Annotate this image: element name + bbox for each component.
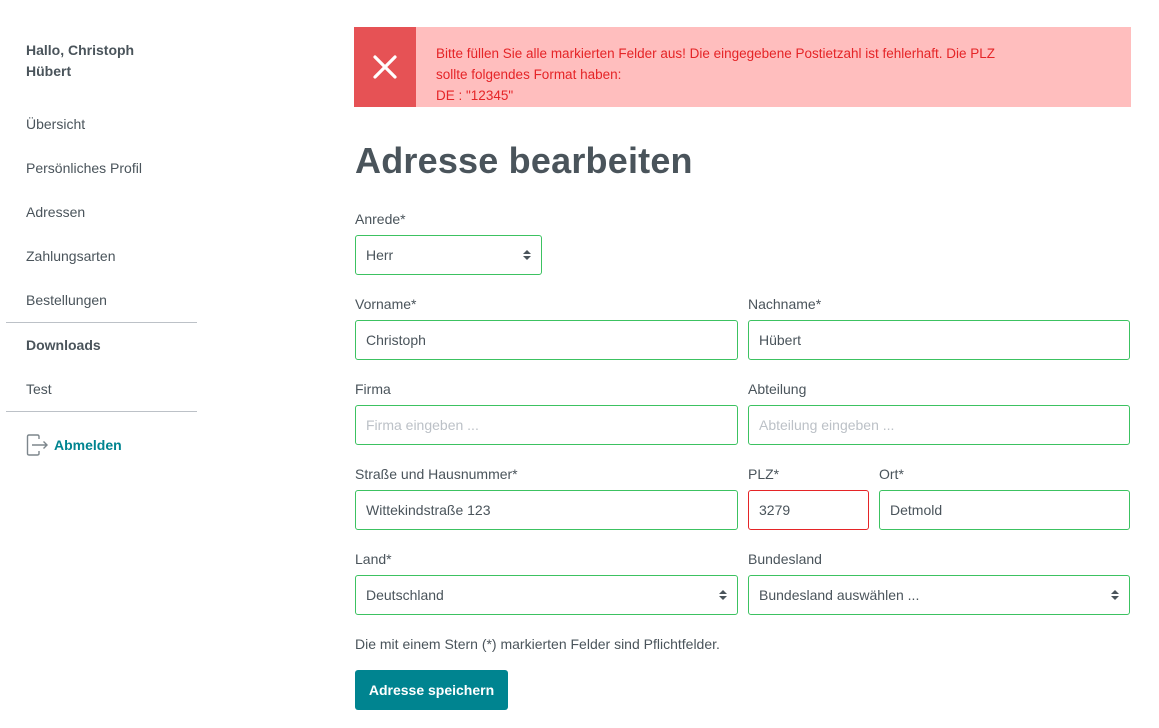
last-name-input[interactable] [748, 320, 1130, 360]
alert-line: DE : "12345" [436, 88, 514, 103]
city-field: Ort* [879, 465, 1130, 530]
sidebar-item-downloads[interactable]: Downloads [6, 323, 197, 367]
alert-line: sollte folgendes Format haben: [436, 67, 622, 82]
zipcode-field: PLZ* [748, 465, 869, 530]
zipcode-label: PLZ* [748, 466, 780, 482]
close-icon [354, 27, 416, 107]
first-name-label: Vorname* [355, 296, 417, 312]
zipcode-input[interactable] [748, 490, 869, 530]
sidebar-item-payment-methods[interactable]: Zahlungsarten [6, 234, 197, 278]
page: Hallo, Christoph Hübert Übersicht Persön… [0, 0, 1159, 728]
select-arrows-icon [719, 590, 727, 600]
save-address-button[interactable]: Adresse speichern [355, 670, 508, 710]
sidebar-item-orders[interactable]: Bestellungen [6, 278, 197, 322]
sidebar-item-addresses[interactable]: Adressen [6, 190, 197, 234]
state-select[interactable]: Bundesland auswählen ... [748, 575, 1130, 615]
country-select[interactable]: Deutschland [355, 575, 738, 615]
logout-icon [26, 434, 50, 456]
account-sidebar: Hallo, Christoph Hübert Übersicht Persön… [6, 40, 197, 478]
country-value: Deutschland [366, 587, 444, 603]
department-field: Abteilung [748, 380, 1130, 445]
logout-link[interactable]: Abmelden [6, 412, 197, 478]
salutation-label: Anrede* [355, 211, 406, 227]
select-arrows-icon [1111, 590, 1119, 600]
salutation-select[interactable]: Herr [355, 235, 542, 275]
street-input[interactable] [355, 490, 738, 530]
last-name-label: Nachname* [748, 296, 822, 312]
sidebar-item-overview[interactable]: Übersicht [6, 102, 197, 146]
country-label: Land* [355, 551, 392, 567]
alert-message: Bitte füllen Sie alle markierten Felder … [416, 27, 1056, 107]
department-input[interactable] [748, 405, 1130, 445]
first-name-input[interactable] [355, 320, 738, 360]
street-label: Straße und Hausnummer* [355, 466, 518, 482]
state-label: Bundesland [748, 551, 822, 567]
required-fields-hint: Die mit einem Stern (*) markierten Felde… [355, 636, 720, 652]
select-arrows-icon [523, 250, 531, 260]
salutation-value: Herr [366, 247, 394, 263]
error-alert: Bitte füllen Sie alle markierten Felder … [354, 27, 1131, 107]
country-field: Land* Deutschland [355, 550, 738, 615]
alert-line: Bitte füllen Sie alle markierten Felder … [436, 46, 996, 61]
sidebar-item-test[interactable]: Test [6, 367, 197, 411]
page-title: Adresse bearbeiten [355, 140, 693, 181]
street-field: Straße und Hausnummer* [355, 465, 738, 530]
company-input[interactable] [355, 405, 738, 445]
company-field: Firma [355, 380, 738, 445]
city-label: Ort* [879, 466, 904, 482]
salutation-field: Anrede* Herr [355, 210, 542, 275]
city-input[interactable] [879, 490, 1130, 530]
logout-label: Abmelden [54, 437, 122, 453]
department-label: Abteilung [748, 381, 807, 397]
company-label: Firma [355, 381, 391, 397]
sidebar-item-profile[interactable]: Persönliches Profil [6, 146, 197, 190]
state-field: Bundesland Bundesland auswählen ... [748, 550, 1130, 615]
first-name-field: Vorname* [355, 295, 738, 360]
last-name-field: Nachname* [748, 295, 1130, 360]
greeting: Hallo, Christoph Hübert [26, 42, 135, 79]
state-value: Bundesland auswählen ... [759, 587, 920, 603]
